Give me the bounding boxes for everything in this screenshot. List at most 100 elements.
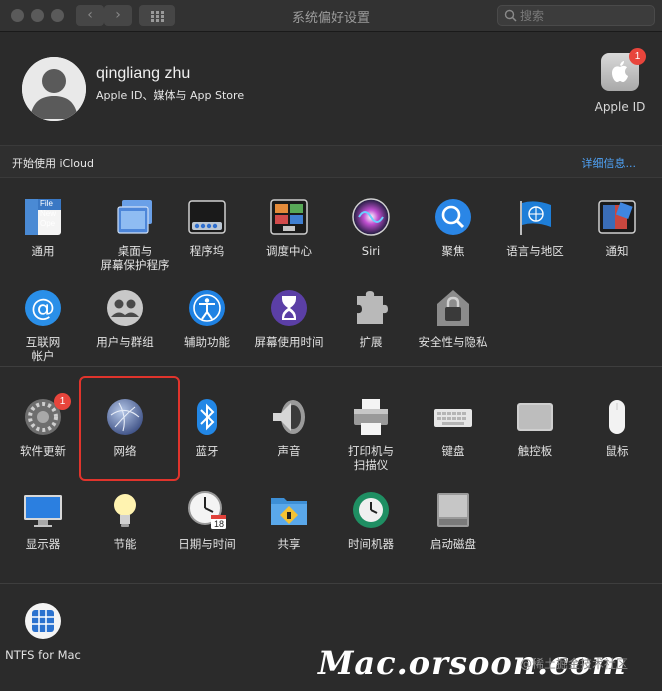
pref-siri[interactable]: Siri — [330, 197, 412, 258]
pref-keyboard[interactable]: 键盘 — [412, 397, 494, 458]
pref-ntfs-for-mac[interactable]: NTFS for Mac — [2, 601, 84, 662]
pref-label: 通用 — [31, 244, 55, 258]
spotlight-icon — [433, 197, 473, 237]
pref-label: 键盘 — [441, 444, 465, 458]
apple-id-label: Apple ID — [594, 100, 646, 114]
mission-control-icon — [269, 197, 309, 237]
pref-date-time[interactable]: 18 日期与时间 — [166, 490, 248, 551]
extensions-icon — [351, 288, 391, 328]
calendar-day: 18 — [214, 519, 225, 529]
time-machine-icon — [351, 490, 391, 530]
screen-time-icon — [269, 288, 309, 328]
pref-notifications[interactable]: 通知 — [576, 197, 658, 258]
account-header: qingliang zhu Apple ID、媒体与 App Store 1 A… — [0, 33, 662, 145]
pref-label: 互联网 帐户 — [25, 335, 61, 363]
pref-label: 启动磁盘 — [430, 537, 476, 551]
user-silhouette-icon — [22, 57, 86, 121]
pref-energy-saver[interactable]: 节能 — [84, 490, 166, 551]
software-update-icon: 1 — [23, 393, 71, 437]
system-preferences-window: ‹ › 系统偏好设置 qingliang zhu Apple ID、媒体与 Ap… — [0, 0, 662, 691]
pref-label: 触控板 — [517, 444, 553, 458]
pref-label: 安全性与隐私 — [418, 335, 488, 349]
pref-label: 鼠标 — [605, 444, 629, 458]
general-icon-text: File New Ope — [40, 199, 57, 228]
pref-label: 扩展 — [359, 335, 383, 349]
pref-label: 辅助功能 — [184, 335, 230, 349]
display-icon — [23, 490, 63, 530]
pref-internet-accounts[interactable]: @ 互联网 帐户 — [2, 288, 84, 363]
energy-saver-icon — [105, 490, 145, 530]
printer-icon — [351, 397, 391, 437]
pref-mission-control[interactable]: 调度中心 — [248, 197, 330, 258]
users-icon — [105, 288, 145, 328]
siri-icon — [351, 197, 391, 237]
pref-general[interactable]: File New Ope 通用 — [2, 197, 84, 258]
pref-printers[interactable]: 打印机与 扫描仪 — [330, 397, 412, 472]
pref-users[interactable]: 用户与群组 — [84, 288, 166, 349]
svg-text:@: @ — [31, 294, 55, 322]
pref-spotlight[interactable]: 聚焦 — [412, 197, 494, 258]
avatar[interactable] — [22, 57, 86, 121]
dock-icon — [187, 197, 227, 237]
watermark-sub: @稀土掘金技术社区 — [520, 657, 629, 671]
pref-language[interactable]: 语言与地区 — [494, 197, 576, 258]
pref-label: NTFS for Mac — [5, 648, 81, 662]
pref-label: 时间机器 — [348, 537, 394, 551]
internet-accounts-icon: @ — [23, 288, 63, 328]
apple-id-badge: 1 — [629, 48, 646, 65]
pref-mouse[interactable]: 鼠标 — [576, 397, 658, 458]
pref-label: 节能 — [113, 537, 137, 551]
pref-extensions[interactable]: 扩展 — [330, 288, 412, 349]
pref-label: 聚焦 — [441, 244, 465, 258]
icloud-bar: 开始使用 iCloud 详细信息... — [0, 145, 662, 178]
clock-icon: 18 — [187, 490, 227, 530]
pref-time-machine[interactable]: 时间机器 — [330, 490, 412, 551]
pref-desktop[interactable]: 桌面与 屏幕保护程序 — [94, 197, 176, 272]
pref-label: 软件更新 — [20, 444, 66, 458]
search-field[interactable] — [497, 5, 655, 26]
startup-disk-icon — [433, 490, 473, 530]
desktop-icon — [115, 197, 155, 237]
general-icon: File New Ope — [23, 197, 63, 237]
pref-label: 显示器 — [25, 537, 61, 551]
pref-label: 日期与时间 — [178, 537, 236, 551]
ntfs-icon — [23, 601, 63, 641]
bluetooth-icon — [187, 397, 227, 437]
language-icon — [515, 197, 555, 237]
apple-id-button[interactable]: 1 Apple ID — [592, 48, 648, 114]
pref-label: 用户与群组 — [96, 335, 154, 349]
sharing-icon — [269, 490, 309, 530]
pref-label: 屏幕使用时间 — [254, 335, 324, 349]
pref-dock[interactable]: 程序坞 — [166, 197, 248, 258]
software-update-badge: 1 — [54, 393, 71, 410]
pref-accessibility[interactable]: 辅助功能 — [166, 288, 248, 349]
pref-label: 程序坞 — [189, 244, 225, 258]
keyboard-icon — [433, 397, 473, 437]
accessibility-icon — [187, 288, 227, 328]
pref-screen-time[interactable]: 屏幕使用时间 — [248, 288, 330, 349]
pref-label: 语言与地区 — [506, 244, 564, 258]
search-icon — [504, 9, 517, 22]
sound-icon — [269, 397, 309, 437]
pref-trackpad[interactable]: 触控板 — [494, 397, 576, 458]
pref-software-update[interactable]: 1 软件更新 — [2, 393, 84, 458]
pref-label: 声音 — [277, 444, 301, 458]
pref-label: 桌面与 屏幕保护程序 — [100, 244, 170, 272]
pref-startup-disk[interactable]: 启动磁盘 — [412, 490, 494, 551]
pref-security[interactable]: 安全性与隐私 — [412, 288, 494, 349]
network-highlight — [79, 376, 180, 481]
pref-displays[interactable]: 显示器 — [2, 490, 84, 551]
security-icon — [433, 288, 473, 328]
pref-label: Siri — [361, 244, 381, 258]
search-input[interactable] — [520, 6, 650, 25]
pref-label: 共享 — [277, 537, 301, 551]
trackpad-icon — [515, 397, 555, 437]
pref-sharing[interactable]: 共享 — [248, 490, 330, 551]
pref-sound[interactable]: 声音 — [248, 397, 330, 458]
title-bar: ‹ › 系统偏好设置 — [0, 0, 662, 32]
pref-label: 调度中心 — [266, 244, 312, 258]
pref-label: 通知 — [605, 244, 629, 258]
notifications-icon — [597, 197, 637, 237]
icloud-details-link[interactable]: 详细信息... — [582, 155, 637, 171]
user-name: qingliang zhu — [96, 65, 191, 82]
